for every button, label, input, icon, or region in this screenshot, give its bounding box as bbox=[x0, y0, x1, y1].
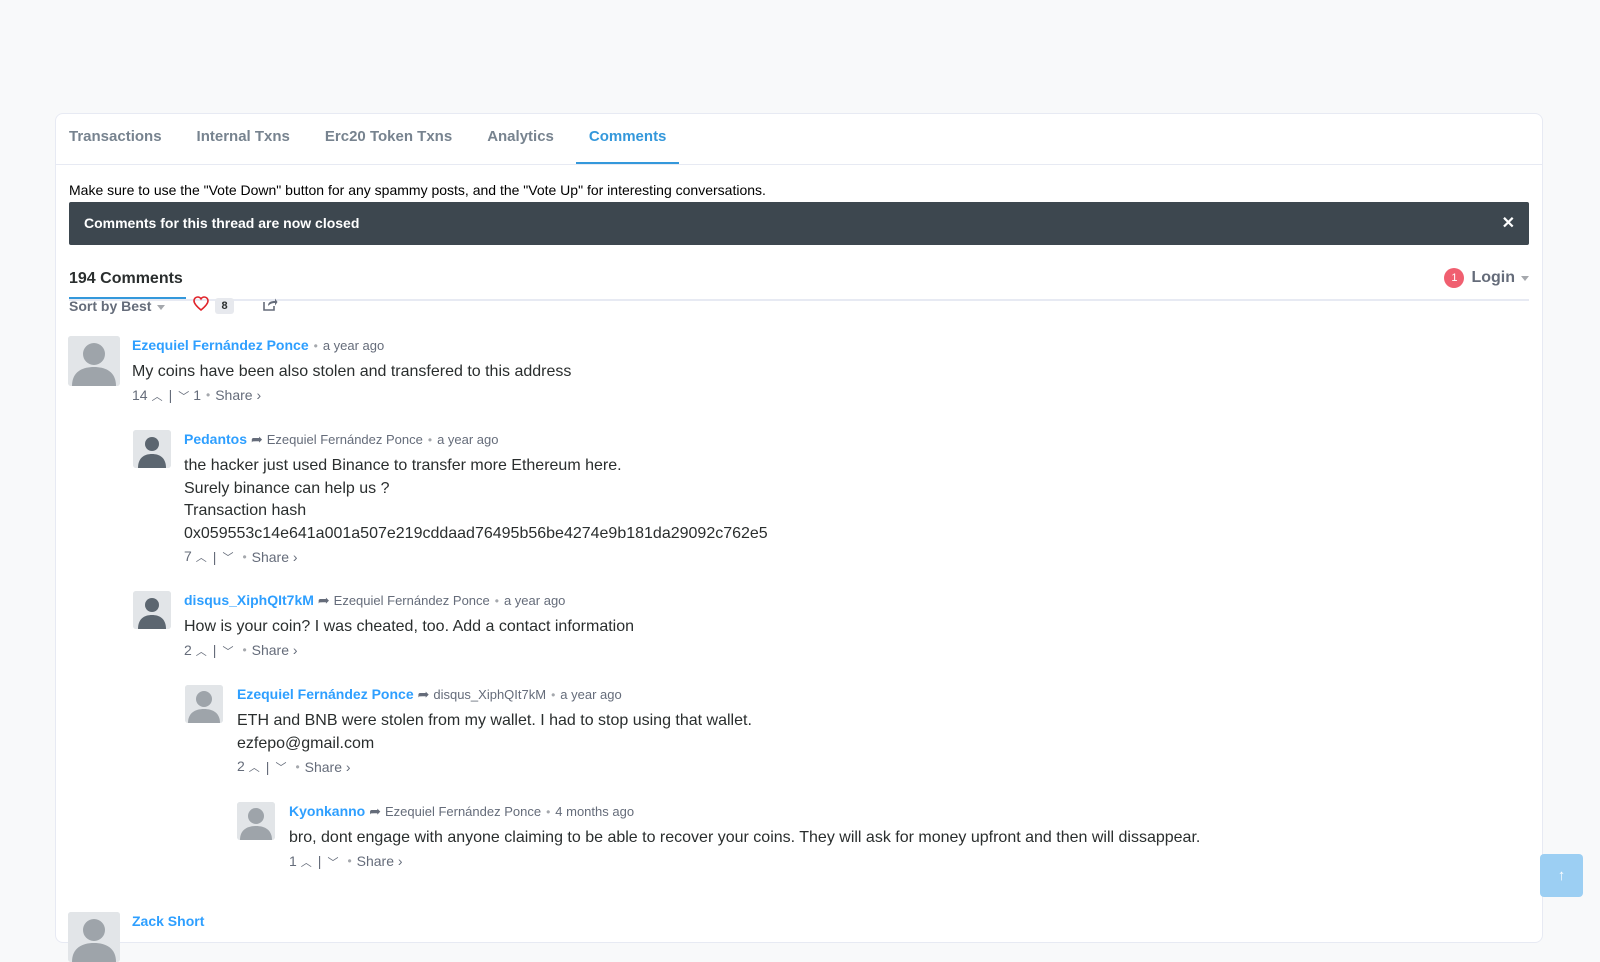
parent-author[interactable]: disqus_XiphQIt7kM bbox=[433, 687, 546, 702]
voting-notice: Make sure to use the "Vote Down" button … bbox=[69, 182, 766, 198]
notification-badge: 1 bbox=[1444, 268, 1465, 288]
share-button[interactable]: Share › bbox=[252, 549, 298, 565]
comments-content: Make sure to use the "Vote Down" button … bbox=[56, 182, 1542, 315]
comment-body: Pedantos ➦ Ezequiel Fernández Ponce • a year… bbox=[184, 431, 1434, 565]
reply-arrow-icon: ➦ bbox=[369, 803, 381, 819]
chevron-down-icon: ﹀ bbox=[275, 762, 287, 774]
comment-time[interactable]: a year ago bbox=[504, 593, 565, 608]
comment-time[interactable]: a year ago bbox=[323, 338, 384, 353]
comment-author[interactable]: Pedantos bbox=[184, 431, 247, 447]
parent-author[interactable]: Ezequiel Fernández Ponce bbox=[267, 432, 423, 447]
comment-time[interactable]: 4 months ago bbox=[555, 804, 634, 819]
comment-actions: 2 ︿ | ﹀ • Share › bbox=[184, 641, 298, 659]
tab-internal-txns[interactable]: Internal Txns bbox=[184, 114, 303, 164]
tab-comments[interactable]: Comments bbox=[575, 114, 680, 164]
reply-arrow-icon: ➦ bbox=[417, 686, 430, 702]
chevron-up-icon: ︿ bbox=[300, 856, 312, 869]
thread-closed-banner: Comments for this thread are now closed … bbox=[69, 202, 1529, 245]
downvote-button[interactable]: ﹀ bbox=[275, 758, 290, 775]
avatar[interactable] bbox=[133, 591, 171, 629]
comment-text: the hacker just used Binance to transfer… bbox=[184, 457, 768, 542]
comment-author[interactable]: Kyonkanno bbox=[289, 803, 365, 819]
comment-body: disqus_XiphQIt7kM ➦ Ezequiel Fernández Pon… bbox=[184, 592, 1434, 659]
comment-time[interactable]: a year ago bbox=[437, 432, 498, 447]
comments-toolbar: Sort by Best 8 bbox=[69, 296, 1529, 316]
avatar[interactable] bbox=[133, 430, 171, 468]
downvote-button[interactable]: ﹀ bbox=[327, 853, 342, 870]
upvote-button[interactable]: 2 ︿ bbox=[184, 642, 207, 659]
comment-actions: 14 ︿ | ﹀ 1 • Share › bbox=[132, 386, 262, 404]
share-button[interactable]: Share › bbox=[215, 387, 261, 403]
reply-arrow-icon: ➦ bbox=[251, 431, 263, 447]
share-icon[interactable] bbox=[262, 297, 278, 315]
comments-count[interactable]: 194 Comments bbox=[69, 270, 186, 299]
sort-dropdown[interactable]: Sort by Best bbox=[69, 298, 166, 314]
comment-actions: 1 ︿ | ﹀ • Share › bbox=[289, 852, 403, 870]
thread-closed-message: Comments for this thread are now closed bbox=[84, 215, 360, 231]
upvote-button[interactable]: 2 ︿ bbox=[237, 758, 260, 775]
chevron-down-icon: ﹀ bbox=[327, 856, 339, 869]
heart-icon[interactable] bbox=[193, 296, 210, 316]
parent-author[interactable]: Ezequiel Fernández Ponce bbox=[385, 804, 541, 819]
comments-header: 194 Comments 1 Login bbox=[69, 268, 1529, 301]
comment-text: ETH and BNB were stolen from my wallet. … bbox=[237, 712, 752, 752]
avatar[interactable] bbox=[237, 802, 275, 840]
downvote-button[interactable]: ﹀ bbox=[222, 548, 237, 565]
close-icon[interactable]: ✕ bbox=[1502, 202, 1515, 245]
tab-bar: Transactions Internal Txns Erc20 Token T… bbox=[56, 114, 1542, 165]
comment-actions: 7 ︿ | ﹀ • Share › bbox=[184, 548, 298, 565]
tab-erc20-token-txns[interactable]: Erc20 Token Txns bbox=[312, 114, 465, 164]
scroll-to-top-button[interactable]: ↑ bbox=[1540, 854, 1583, 897]
downvote-button[interactable]: ﹀ 1 bbox=[178, 387, 201, 404]
comment-body: Zack Short bbox=[132, 913, 732, 929]
comment-author[interactable]: disqus_XiphQIt7kM bbox=[184, 592, 314, 608]
share-button[interactable]: Share › bbox=[252, 642, 298, 658]
downvote-button[interactable]: ﹀ bbox=[222, 642, 237, 659]
chevron-down-icon: ﹀ bbox=[222, 645, 234, 658]
login-menu[interactable]: 1 Login bbox=[1444, 268, 1529, 288]
comment-body: Ezequiel Fernández Ponce • a year ago My c… bbox=[132, 337, 1432, 404]
chevron-up-icon: ︿ bbox=[195, 645, 207, 658]
upvote-button[interactable]: 14 ︿ bbox=[132, 387, 163, 404]
avatar[interactable] bbox=[68, 336, 120, 386]
chevron-down-icon: ﹀ bbox=[178, 390, 190, 403]
comment-author[interactable]: Zack Short bbox=[132, 913, 204, 929]
tab-transactions[interactable]: Transactions bbox=[69, 114, 175, 164]
comments-card: Transactions Internal Txns Erc20 Token T… bbox=[55, 113, 1543, 962]
comment-author[interactable]: Ezequiel Fernández Ponce bbox=[132, 337, 309, 353]
upvote-button[interactable]: 7 ︿ bbox=[184, 548, 207, 565]
login-label: Login bbox=[1471, 269, 1515, 286]
comment-time[interactable]: a year ago bbox=[560, 687, 621, 702]
chevron-down-icon: ﹀ bbox=[222, 552, 234, 564]
share-button[interactable]: Share › bbox=[357, 853, 403, 869]
recommend-count: 8 bbox=[215, 298, 234, 314]
comment-text: How is your coin? I was cheated, too. Ad… bbox=[184, 618, 635, 635]
share-button[interactable]: Share › bbox=[305, 759, 351, 775]
chevron-up-icon: ︿ bbox=[195, 552, 207, 564]
chevron-up-icon: ︿ bbox=[248, 762, 260, 774]
sort-label: Sort by Best bbox=[69, 298, 152, 314]
comment-author[interactable]: Ezequiel Fernández Ponce bbox=[237, 686, 414, 702]
parent-author[interactable]: Ezequiel Fernández Ponce bbox=[334, 593, 490, 608]
chevron-down-icon bbox=[157, 304, 166, 310]
avatar[interactable] bbox=[185, 685, 223, 723]
comment-actions: 2 ︿ | ﹀ • Share › bbox=[237, 758, 351, 775]
comment-body: Ezequiel Fernández Ponce ➦ disqus_XiphQIt7… bbox=[237, 686, 1437, 775]
comment-text: My coins have been also stolen and trans… bbox=[132, 363, 572, 380]
avatar[interactable] bbox=[68, 912, 120, 962]
tab-analytics[interactable]: Analytics bbox=[474, 114, 567, 164]
comment-body: Kyonkanno ➦ Ezequiel Fernández Ponce • 4 mon… bbox=[289, 803, 1529, 870]
chevron-down-icon bbox=[1521, 275, 1529, 281]
comment-text: bro, dont engage with anyone claiming to… bbox=[289, 829, 1201, 846]
upvote-button[interactable]: 1 ︿ bbox=[289, 853, 312, 870]
chevron-up-icon: ︿ bbox=[151, 390, 163, 403]
reply-arrow-icon: ➦ bbox=[317, 592, 330, 608]
